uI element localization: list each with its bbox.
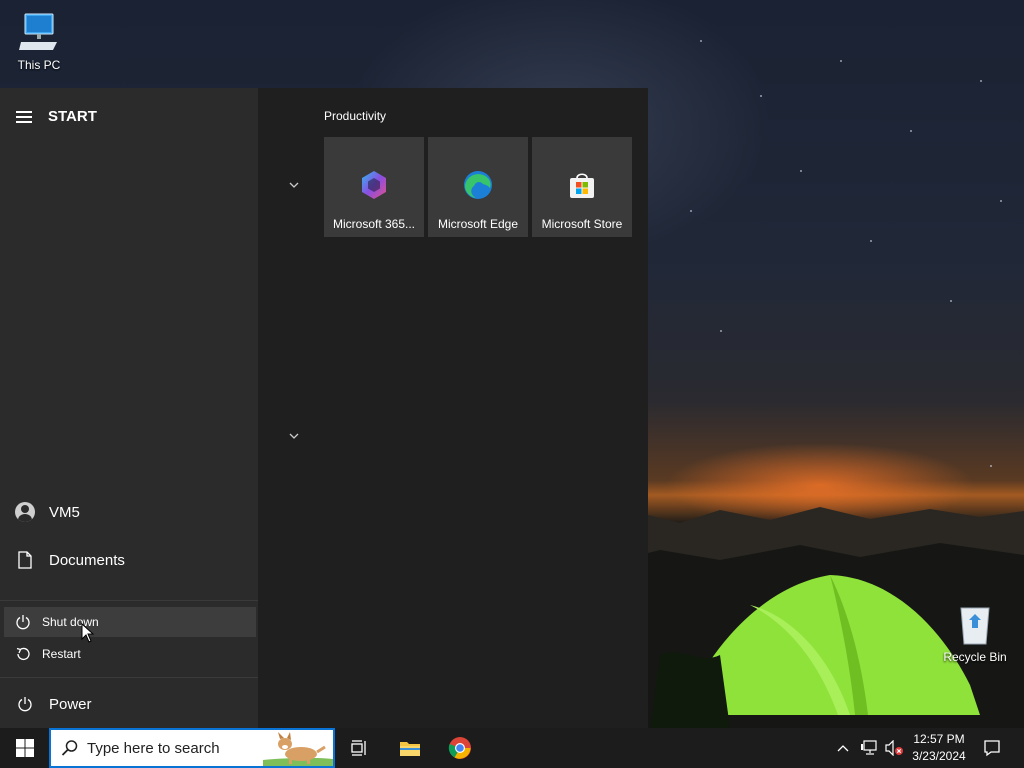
windows-logo-icon: [15, 739, 34, 757]
search-icon: [61, 740, 78, 756]
chevron-up-icon[interactable]: [836, 743, 850, 753]
power-icon: [16, 615, 30, 630]
store-icon: [570, 173, 594, 198]
restart-option[interactable]: Restart: [4, 639, 256, 669]
computer-icon: [17, 10, 61, 54]
tile-microsoft-365[interactable]: Microsoft 365...: [324, 137, 424, 237]
chrome-button[interactable]: [440, 728, 480, 768]
power-label: Power: [49, 695, 92, 713]
mouse-cursor-icon: [81, 623, 95, 643]
taskbar-clock[interactable]: 12:57 PM 3/23/2024: [900, 731, 978, 765]
edge-icon: [464, 171, 492, 199]
restart-icon: [16, 647, 30, 661]
desktop-icon-this-pc[interactable]: This PC: [0, 10, 79, 72]
shut-down-option[interactable]: Shut down: [4, 607, 256, 637]
desktop-icon-recycle-bin[interactable]: Recycle Bin: [935, 602, 1015, 664]
taskbar-search-box[interactable]: Type here to search: [49, 728, 335, 768]
search-placeholder: Type here to search: [87, 739, 220, 757]
chrome-icon: [448, 737, 471, 759]
tile-group-title[interactable]: Productivity: [324, 109, 386, 123]
user-account-button[interactable]: VM5: [0, 490, 258, 534]
system-tray: [836, 728, 904, 768]
tile-label: Microsoft Store: [541, 217, 623, 231]
start-header[interactable]: START: [16, 108, 97, 125]
avatar-icon: [14, 502, 35, 522]
notification-icon: [984, 740, 1000, 757]
hamburger-icon[interactable]: [16, 110, 32, 123]
power-button[interactable]: Power: [0, 682, 258, 726]
start-tiles-pane: Productivity Microsoft 365... Microsoft …: [258, 88, 648, 728]
power-icon: [17, 697, 32, 712]
folder-icon: [400, 742, 420, 756]
start-menu: START VM5 Documents Shut down Restart Po…: [0, 88, 648, 728]
task-view-icon: [351, 740, 366, 756]
start-header-label: START: [48, 108, 97, 125]
tile-label: Microsoft Edge: [437, 217, 519, 231]
microsoft-365-icon: [362, 171, 386, 199]
restart-label: Restart: [42, 647, 81, 661]
start-button[interactable]: [0, 728, 49, 768]
file-explorer-button[interactable]: [390, 728, 430, 768]
desktop-icon-label: Recycle Bin: [943, 650, 1007, 664]
user-name: VM5: [49, 503, 80, 521]
documents-label: Documents: [49, 551, 125, 569]
action-center-button[interactable]: [976, 728, 1008, 768]
documents-button[interactable]: Documents: [0, 538, 258, 582]
document-icon: [17, 551, 32, 569]
tile-label: Microsoft 365...: [332, 217, 416, 231]
clock-date: 3/23/2024: [912, 749, 966, 763]
chevron-down-icon[interactable]: [288, 179, 300, 191]
tile-microsoft-store[interactable]: Microsoft Store: [532, 137, 632, 237]
desktop-icon-label: This PC: [17, 58, 61, 72]
search-highlight-dog-icon: [263, 732, 333, 766]
taskbar: Type here to search 12:57 PM 3/23/2024: [0, 728, 1024, 768]
recycle-bin-icon: [953, 602, 997, 646]
network-icon[interactable]: [860, 740, 878, 756]
chevron-down-icon[interactable]: [288, 430, 300, 442]
start-left-pane: START VM5 Documents Shut down Restart Po…: [0, 88, 258, 728]
clock-time: 12:57 PM: [913, 732, 965, 746]
power-flyout-menu: Shut down Restart: [0, 600, 258, 678]
tile-microsoft-edge[interactable]: Microsoft Edge: [428, 137, 528, 237]
task-view-button[interactable]: [340, 728, 380, 768]
